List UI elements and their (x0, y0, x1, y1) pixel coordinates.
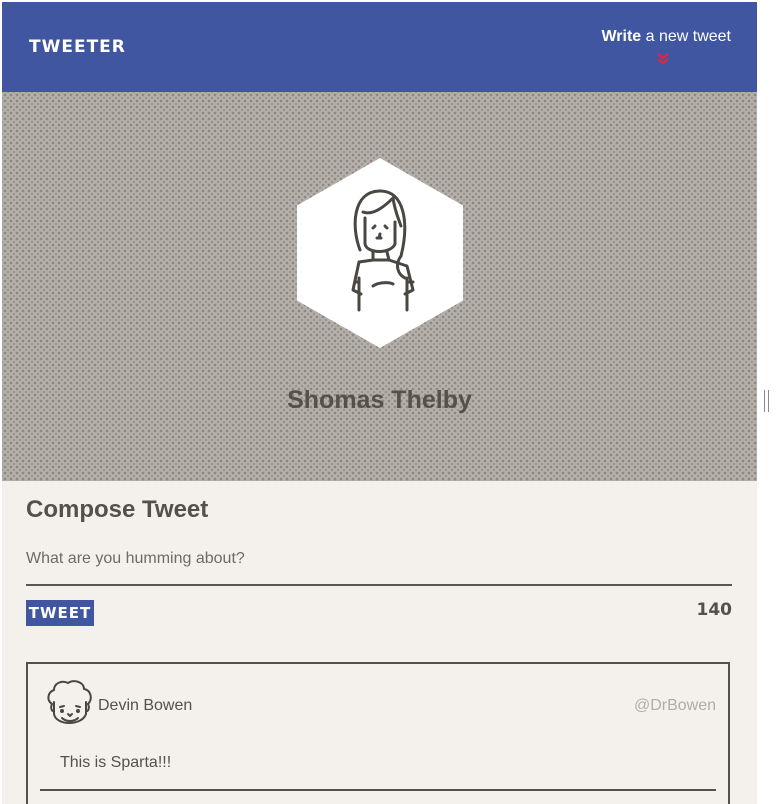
double-chevron-down-icon[interactable] (656, 52, 670, 66)
woman-avatar-icon (351, 189, 415, 312)
tweet-textarea[interactable] (26, 534, 732, 586)
write-link-rest: a new tweet (641, 28, 731, 45)
resize-handle[interactable] (764, 390, 769, 412)
tweet-button[interactable]: TWEET (26, 600, 94, 626)
profile-avatar-frame (297, 158, 463, 348)
tweet-author-name: Devin Bowen (98, 697, 193, 714)
write-new-tweet-link[interactable]: Write a new tweet (601, 28, 731, 46)
brand-logo[interactable]: TWEETER (29, 37, 126, 57)
tweet-author-handle[interactable]: @DrBowen (634, 697, 716, 715)
tweet-text: This is Sparta!!! (60, 754, 172, 771)
profile-name: Shomas Thelby (287, 386, 472, 414)
tweet-divider (40, 789, 716, 791)
compose-title: Compose Tweet (26, 496, 209, 523)
top-navbar: TWEETER Write a new tweet (2, 2, 757, 92)
app-frame: TWEETER Write a new tweet Shomas Thelby … (2, 2, 757, 804)
tweet-card: Devin Bowen @DrBowen This is Sparta!!! (26, 662, 730, 804)
character-counter: 140 (696, 600, 733, 620)
man-avatar-icon (47, 680, 92, 724)
profile-header: Shomas Thelby (2, 92, 757, 481)
write-link-bold: Write (601, 28, 642, 45)
